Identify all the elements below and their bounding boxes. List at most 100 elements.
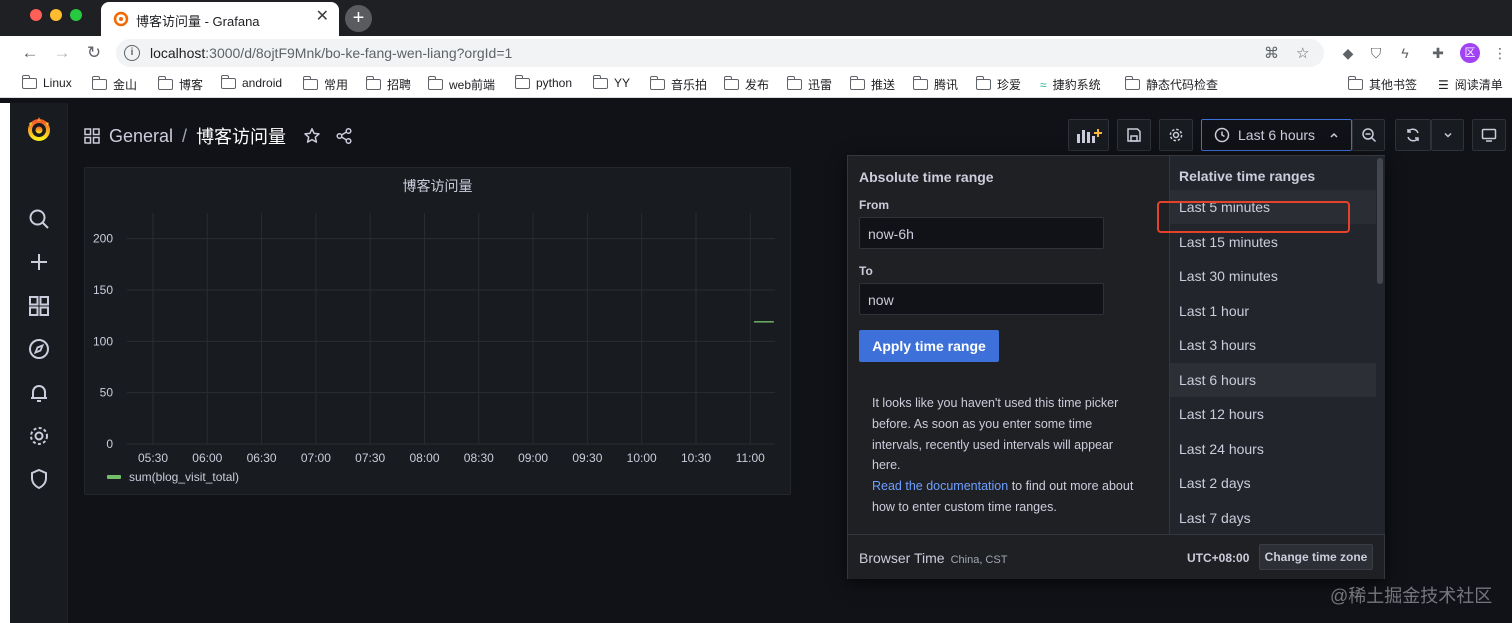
breadcrumb-separator: / <box>182 125 188 146</box>
time-picker-hint: It looks like you haven't used this time… <box>872 393 1144 518</box>
apply-time-range-button[interactable]: Apply time range <box>859 330 999 362</box>
bookmark-folder[interactable]: 招聘 <box>365 76 411 93</box>
reload-icon[interactable]: ↻ <box>82 41 106 65</box>
bookmark-folder[interactable]: web前端 <box>427 76 495 93</box>
save-dashboard-button[interactable] <box>1117 119 1151 151</box>
x-tick-label: 10:30 <box>681 451 711 465</box>
tv-mode-button[interactable] <box>1472 119 1506 151</box>
y-tick-label: 200 <box>93 232 113 246</box>
bookmark-link[interactable]: ≈ 捷豹系统 <box>1040 76 1101 93</box>
bookmark-folder[interactable]: 推送 <box>849 76 895 93</box>
browser-menu-icon[interactable]: ⋮ <box>1489 42 1511 64</box>
y-tick-label: 150 <box>93 283 113 297</box>
bookmarks-bar: Linux 金山 博客 android 常用 招聘 web前端 python Y… <box>0 70 1512 98</box>
absolute-time-range-heading: Absolute time range <box>859 169 994 185</box>
time-picker-label: Last 6 hours <box>1238 127 1316 143</box>
search-icon[interactable] <box>27 207 51 231</box>
tab-close-icon[interactable]: ✕ <box>316 8 329 26</box>
window-minimize-button[interactable] <box>50 9 62 21</box>
add-panel-button[interactable] <box>1068 119 1109 151</box>
y-tick-label: 50 <box>100 386 114 400</box>
translate-icon[interactable]: ⌘ <box>1264 44 1279 62</box>
folder-icon <box>786 76 802 90</box>
star-icon[interactable] <box>303 127 321 145</box>
bookmark-folder[interactable]: 静态代码检查 <box>1124 76 1218 93</box>
relative-time-ranges-heading: Relative time ranges <box>1179 168 1316 184</box>
relative-range-option[interactable]: Last 3 hours <box>1170 328 1376 362</box>
shield-icon[interactable] <box>27 467 51 491</box>
bookmark-folder[interactable]: 迅雷 <box>786 76 832 93</box>
x-tick-label: 09:00 <box>518 451 548 465</box>
url-path: :3000/d/8ojtF9Mnk/bo-ke-fang-wen-liang?o… <box>205 45 513 61</box>
bookmark-folder[interactable]: YY <box>592 74 630 90</box>
bookmark-folder[interactable]: 发布 <box>723 76 769 93</box>
back-arrow-icon[interactable]: ← <box>18 41 42 65</box>
scrollbar-thumb[interactable] <box>1377 158 1383 284</box>
documentation-link[interactable]: Read the documentation <box>872 479 1008 493</box>
bookmark-folder[interactable]: android <box>220 74 282 90</box>
relative-range-option[interactable]: Last 6 hours <box>1170 362 1376 397</box>
gear-icon[interactable] <box>27 424 51 448</box>
folder-icon <box>514 74 530 89</box>
browser-tab[interactable]: 博客访问量 - Grafana ✕ <box>101 2 339 36</box>
folder-icon <box>723 76 739 90</box>
refresh-button[interactable] <box>1395 119 1431 151</box>
to-input[interactable]: now <box>859 283 1104 315</box>
site-info-icon[interactable]: i <box>124 45 140 61</box>
relative-range-option[interactable]: Last 30 minutes <box>1170 259 1376 293</box>
bookmark-folder[interactable]: 珍爱 <box>975 76 1021 93</box>
relative-range-option[interactable]: Last 24 hours <box>1170 432 1376 466</box>
bookmark-folder[interactable]: 博客 <box>157 76 203 93</box>
zoom-out-button[interactable] <box>1352 119 1385 151</box>
relative-range-option[interactable]: Last 12 hours <box>1170 397 1376 431</box>
grafana-favicon-icon <box>113 11 129 27</box>
browser-toolbar: ← → ↻ i localhost:3000/d/8ojtF9Mnk/bo-ke… <box>0 36 1512 70</box>
new-tab-button[interactable]: + <box>345 5 372 32</box>
shield-extension-icon[interactable]: ⛉ <box>1365 42 1387 64</box>
gear-icon <box>1169 128 1183 142</box>
bookmark-star-icon[interactable]: ☆ <box>1296 44 1309 62</box>
utc-offset: UTC+08:00 <box>1187 551 1250 565</box>
x-tick-label: 07:30 <box>355 451 385 465</box>
forward-arrow-icon[interactable]: → <box>50 41 74 65</box>
save-icon <box>1127 128 1141 142</box>
bookmark-folder[interactable]: 腾讯 <box>912 76 958 93</box>
page-title[interactable]: 博客访问量 <box>196 123 286 149</box>
url-text[interactable]: localhost:3000/d/8ojtF9Mnk/bo-ke-fang-we… <box>150 45 512 61</box>
bookmark-folder[interactable]: 音乐拍 <box>649 76 707 93</box>
grafana-logo-icon[interactable] <box>25 115 53 143</box>
extension-icon[interactable]: ◆ <box>1337 42 1359 64</box>
window-zoom-button[interactable] <box>70 9 82 21</box>
bookmark-folder[interactable]: 常用 <box>302 76 348 93</box>
profile-avatar[interactable]: 区 <box>1460 43 1480 63</box>
chart-legend[interactable]: sum(blog_visit_total) <box>107 470 239 484</box>
window-close-button[interactable] <box>30 9 42 21</box>
plus-icon[interactable] <box>27 250 51 274</box>
share-icon[interactable] <box>335 127 353 145</box>
change-time-zone-button[interactable]: Change time zone <box>1259 544 1373 570</box>
dashboard-settings-button[interactable] <box>1159 119 1193 151</box>
from-input[interactable]: now-6h <box>859 217 1104 249</box>
dashboards-icon[interactable] <box>27 294 51 318</box>
extensions-puzzle-icon[interactable]: ✚ <box>1427 42 1449 64</box>
address-bar[interactable]: i localhost:3000/d/8ojtF9Mnk/bo-ke-fang-… <box>116 39 1324 67</box>
folder-icon <box>592 74 608 89</box>
reading-list[interactable]: ☰ 阅读清单 <box>1438 76 1503 93</box>
refresh-interval-dropdown[interactable] <box>1431 119 1464 151</box>
bookmark-folder[interactable]: 金山 <box>91 76 137 93</box>
compass-explore-icon[interactable] <box>27 337 51 361</box>
relative-range-option[interactable]: Last 1 hour <box>1170 294 1376 328</box>
graph-panel[interactable]: 博客访问量 0 50 100 150 200 05:30 06:00 06:30 07:00 07… <box>84 167 791 495</box>
y-tick-label: 100 <box>93 334 113 348</box>
bookmark-other[interactable]: 其他书签 <box>1347 76 1417 93</box>
bell-alerting-icon[interactable] <box>27 381 51 405</box>
breadcrumb-folder-link[interactable]: General <box>109 126 173 147</box>
time-series-chart[interactable]: 0 50 100 150 200 05:30 06:00 06:30 07:00 07:30 08:… <box>85 168 792 468</box>
time-picker-button[interactable]: Last 6 hours <box>1201 119 1352 151</box>
relative-range-option[interactable]: Last 2 days <box>1170 466 1376 500</box>
bolt-extension-icon[interactable]: ϟ <box>1394 42 1416 64</box>
tab-title: 博客访问量 - Grafana <box>136 14 260 29</box>
bookmark-folder[interactable]: python <box>514 74 572 90</box>
relative-range-option[interactable]: Last 7 days <box>1170 501 1376 535</box>
bookmark-folder[interactable]: Linux <box>21 74 72 90</box>
